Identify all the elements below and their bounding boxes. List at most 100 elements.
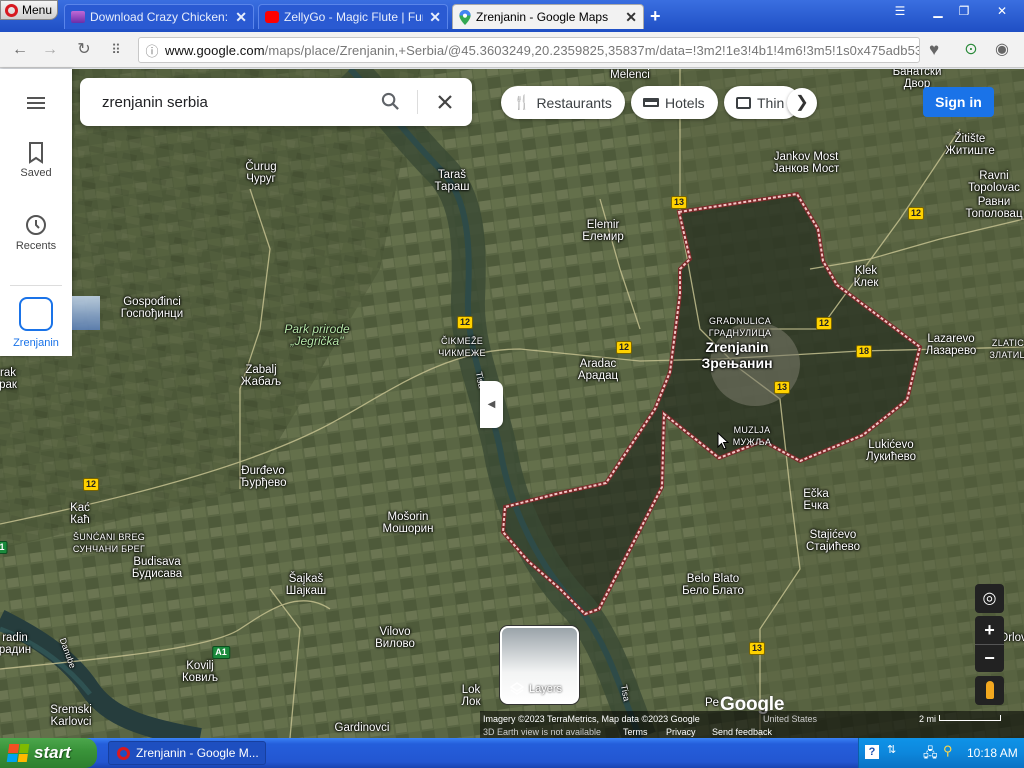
road-shield: 12	[456, 316, 474, 329]
layers-icon	[510, 682, 524, 695]
place-label[interactable]: Gospođinci Госпођинци	[121, 296, 183, 320]
reload-icon[interactable]: ↻	[74, 40, 94, 60]
place-photo-thumbnail[interactable]	[72, 296, 100, 330]
tab-crazy-chicken[interactable]: Download Crazy Chicken: Sc ✕	[64, 4, 254, 29]
search-icon[interactable]	[381, 92, 400, 111]
place-label[interactable]: Ravni Topolovac	[968, 170, 1020, 194]
region-label[interactable]: United States	[763, 714, 817, 724]
place-label[interactable]: radin радин	[0, 632, 31, 656]
speed-dial-grid-icon[interactable]: ⠿	[106, 40, 126, 60]
account-icon[interactable]: ◉	[992, 40, 1012, 60]
close-icon[interactable]	[437, 94, 453, 110]
tab-title: ZellyGo - Magic Flute | Funny	[284, 10, 423, 24]
place-label[interactable]: MUZLJA МУЖЉА	[733, 424, 772, 448]
bookmark-heart-icon[interactable]: ♥	[924, 40, 944, 60]
network-status-icon[interactable]: 🖧	[923, 744, 938, 766]
zoom-in-button[interactable]: +	[975, 616, 1004, 644]
place-label[interactable]: Vilovo Вилово	[375, 626, 415, 650]
saved-button[interactable]: Saved	[0, 142, 72, 179]
close-tab-icon[interactable]: ✕	[625, 9, 637, 26]
place-label[interactable]: ZLATIC ЗЛАТИЦ	[990, 337, 1024, 361]
place-label[interactable]: Ečka Ечка	[803, 488, 829, 512]
place-label[interactable]: Kać Каћ	[70, 502, 90, 526]
place-label[interactable]: Gardinovci	[335, 722, 390, 734]
place-label[interactable]: Stajićevo Стајићево	[806, 529, 860, 553]
sign-in-button[interactable]: Sign in	[923, 87, 994, 117]
chip-restaurants[interactable]: 🍴 Restaurants	[501, 86, 625, 119]
recent-place-zrenjanin[interactable]: Zrenjanin	[0, 297, 72, 349]
road-shield: 1	[0, 541, 8, 554]
layers-button[interactable]: Layers	[500, 626, 579, 704]
place-label[interactable]: Kovilj Ковиљ	[182, 660, 218, 684]
pegman-icon	[985, 681, 994, 699]
windows-logo-icon	[6, 744, 30, 762]
place-label[interactable]: Равни Тополовац	[965, 196, 1022, 220]
place-label[interactable]: Đurđevo Ђурђево	[239, 465, 286, 489]
collapse-panel-button[interactable]: ◀	[480, 381, 503, 428]
download-icon[interactable]: ⊙	[961, 40, 981, 60]
city-label-zrenjanin[interactable]: Zrenjanin Зрењанин	[701, 339, 772, 371]
windows-taskbar: start Zrenjanin - Google M... ? ⇅ 🖧 ⚲ 10…	[0, 738, 1024, 768]
minimize-icon[interactable]: ▁	[928, 4, 948, 20]
back-arrow-icon[interactable]: ←	[10, 40, 30, 60]
tab-google-maps[interactable]: Zrenjanin - Google Maps ✕	[452, 4, 644, 29]
network-arrows-icon[interactable]: ⇅	[887, 743, 896, 756]
history-icon	[26, 215, 46, 235]
place-label[interactable]: Taraš Тараш	[435, 169, 470, 193]
place-label[interactable]: Budisava Будисава	[132, 556, 182, 580]
help-icon[interactable]: ?	[865, 745, 879, 759]
bed-icon	[643, 98, 659, 107]
street-view-pegman-button[interactable]	[975, 676, 1004, 705]
scale-bar[interactable]	[939, 715, 1001, 721]
terms-link[interactable]: Terms	[623, 727, 648, 737]
recents-button[interactable]: Recents	[0, 213, 72, 252]
road-shield: 13	[748, 642, 766, 655]
restore-icon[interactable]: ❐	[954, 4, 974, 20]
place-label[interactable]: Melenci	[610, 69, 650, 81]
forward-arrow-icon[interactable]: →	[40, 40, 60, 60]
place-label[interactable]: ŠUNĆANI BREG СУНЧАНИ БРЕГ	[73, 531, 145, 555]
place-label[interactable]: Jankov Most Јанков Мост	[773, 151, 839, 175]
close-tab-icon[interactable]: ✕	[429, 9, 441, 26]
place-label[interactable]: Mošorin Мошорин	[383, 511, 434, 535]
tab-zellygo[interactable]: ZellyGo - Magic Flute | Funny ✕	[258, 4, 448, 29]
place-label[interactable]: Pe	[705, 697, 719, 709]
browser-menu-button[interactable]: Menu	[0, 0, 58, 20]
place-label[interactable]: Šajkaš Шајкаш	[286, 573, 326, 597]
site-info-icon[interactable]: ⓘ	[139, 41, 165, 60]
place-label[interactable]: Lok Лок	[462, 684, 481, 708]
close-tab-icon[interactable]: ✕	[235, 9, 247, 26]
place-label[interactable]: Klek Клек	[854, 265, 879, 289]
clock[interactable]: 10:18 AM	[967, 746, 1018, 760]
place-label[interactable]: rak рак	[0, 367, 17, 391]
zoom-out-button[interactable]: −	[975, 644, 1004, 672]
search-tray-icon[interactable]: ⚲	[943, 743, 953, 759]
place-label[interactable]: Čurug Чуруг	[245, 161, 276, 185]
tab-menu-icon[interactable]: ☰	[890, 4, 910, 20]
chip-hotels[interactable]: Hotels	[631, 86, 718, 119]
place-label[interactable]: Sremski Karlovci	[50, 704, 92, 728]
place-label[interactable]: Lukićevo Лукићево	[866, 439, 916, 463]
place-label[interactable]: Zabalj Жабаљ	[241, 364, 281, 388]
scale-label[interactable]: 2 mi	[919, 714, 936, 724]
chevron-right-icon[interactable]: ❯	[787, 88, 817, 118]
place-label[interactable]: Belo Blato Бело Блато	[682, 573, 744, 597]
my-location-button[interactable]: ◎	[975, 584, 1004, 613]
place-label[interactable]: ČIKMEŽE ЧИКМЕЖЕ	[438, 335, 486, 359]
new-tab-button[interactable]: +	[650, 6, 661, 27]
place-label[interactable]: Lazarevo Лазарево	[926, 333, 977, 357]
place-label[interactable]: Aradac Арадац	[578, 358, 618, 382]
start-button[interactable]: start	[0, 738, 97, 768]
address-bar[interactable]: ⓘ www.google.com/maps/place/Zrenjanin,+S…	[138, 37, 920, 63]
place-label[interactable]: Elemir Елемир	[582, 219, 624, 243]
place-label[interactable]: GRADNULICA ГРАДНУЛИЦА	[709, 315, 772, 339]
taskbar-item-browser[interactable]: Zrenjanin - Google M...	[108, 741, 266, 765]
address-toolbar: ← → ↻ ⠿ ⓘ www.google.com/maps/place/Zren…	[0, 32, 1024, 68]
close-window-icon[interactable]: ✕	[992, 4, 1012, 20]
privacy-link[interactable]: Privacy	[666, 727, 696, 737]
place-label[interactable]: Žitište Житиште	[945, 133, 995, 157]
search-input[interactable]	[102, 91, 382, 113]
hamburger-menu-icon[interactable]	[27, 97, 45, 109]
send-feedback-link[interactable]: Send feedback	[712, 727, 772, 737]
place-label[interactable]: Park prirode „Jegrička"	[284, 323, 349, 347]
